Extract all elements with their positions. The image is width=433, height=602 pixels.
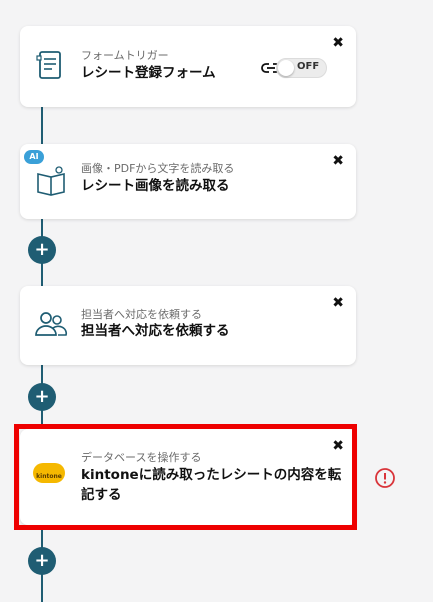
users-icon <box>35 312 68 336</box>
step-category: データベースを操作する <box>81 451 202 464</box>
step-card-ocr[interactable]: 画像・PDFから文字を読み取る レシート画像を読み取る ✖ <box>20 144 356 219</box>
step-category: 担当者へ対応を依頼する <box>81 308 202 321</box>
flow-canvas: フォームトリガー レシート登録フォーム OFF ✖ 画像・PDFから文字を読み取… <box>0 0 433 602</box>
close-icon[interactable]: ✖ <box>332 154 344 168</box>
step-title: kintoneに読み取ったレシートの内容を転記する <box>81 467 342 503</box>
toggle-label: OFF <box>297 61 320 72</box>
ai-badge: AI <box>24 150 44 164</box>
step-title: レシート画像を読み取る <box>81 178 230 194</box>
kintone-logo-icon: kintone <box>33 463 65 483</box>
form-icon <box>36 51 61 79</box>
kintone-logo-text: kintone <box>36 473 62 480</box>
ocr-book-icon <box>37 166 65 196</box>
close-icon[interactable]: ✖ <box>332 439 344 453</box>
step-title: 担当者へ対応を依頼する <box>81 323 230 339</box>
close-icon[interactable]: ✖ <box>332 296 344 310</box>
step-category: フォームトリガー <box>81 49 169 62</box>
step-card-form-trigger[interactable]: フォームトリガー レシート登録フォーム OFF ✖ <box>20 26 356 107</box>
add-step-button[interactable]: + <box>28 236 56 264</box>
close-icon[interactable]: ✖ <box>332 36 344 50</box>
toggle-knob <box>278 60 294 76</box>
trigger-toggle[interactable]: OFF <box>276 58 327 78</box>
step-card-kintone[interactable]: kintone データベースを操作する kintoneに読み取ったレシートの内容… <box>20 429 356 525</box>
step-category: 画像・PDFから文字を読み取る <box>81 162 235 175</box>
add-step-button[interactable]: + <box>28 383 56 411</box>
step-card-assign[interactable]: 担当者へ対応を依頼する 担当者へ対応を依頼する ✖ <box>20 286 356 365</box>
add-step-button[interactable]: + <box>28 547 56 575</box>
alert-icon[interactable] <box>374 467 396 489</box>
